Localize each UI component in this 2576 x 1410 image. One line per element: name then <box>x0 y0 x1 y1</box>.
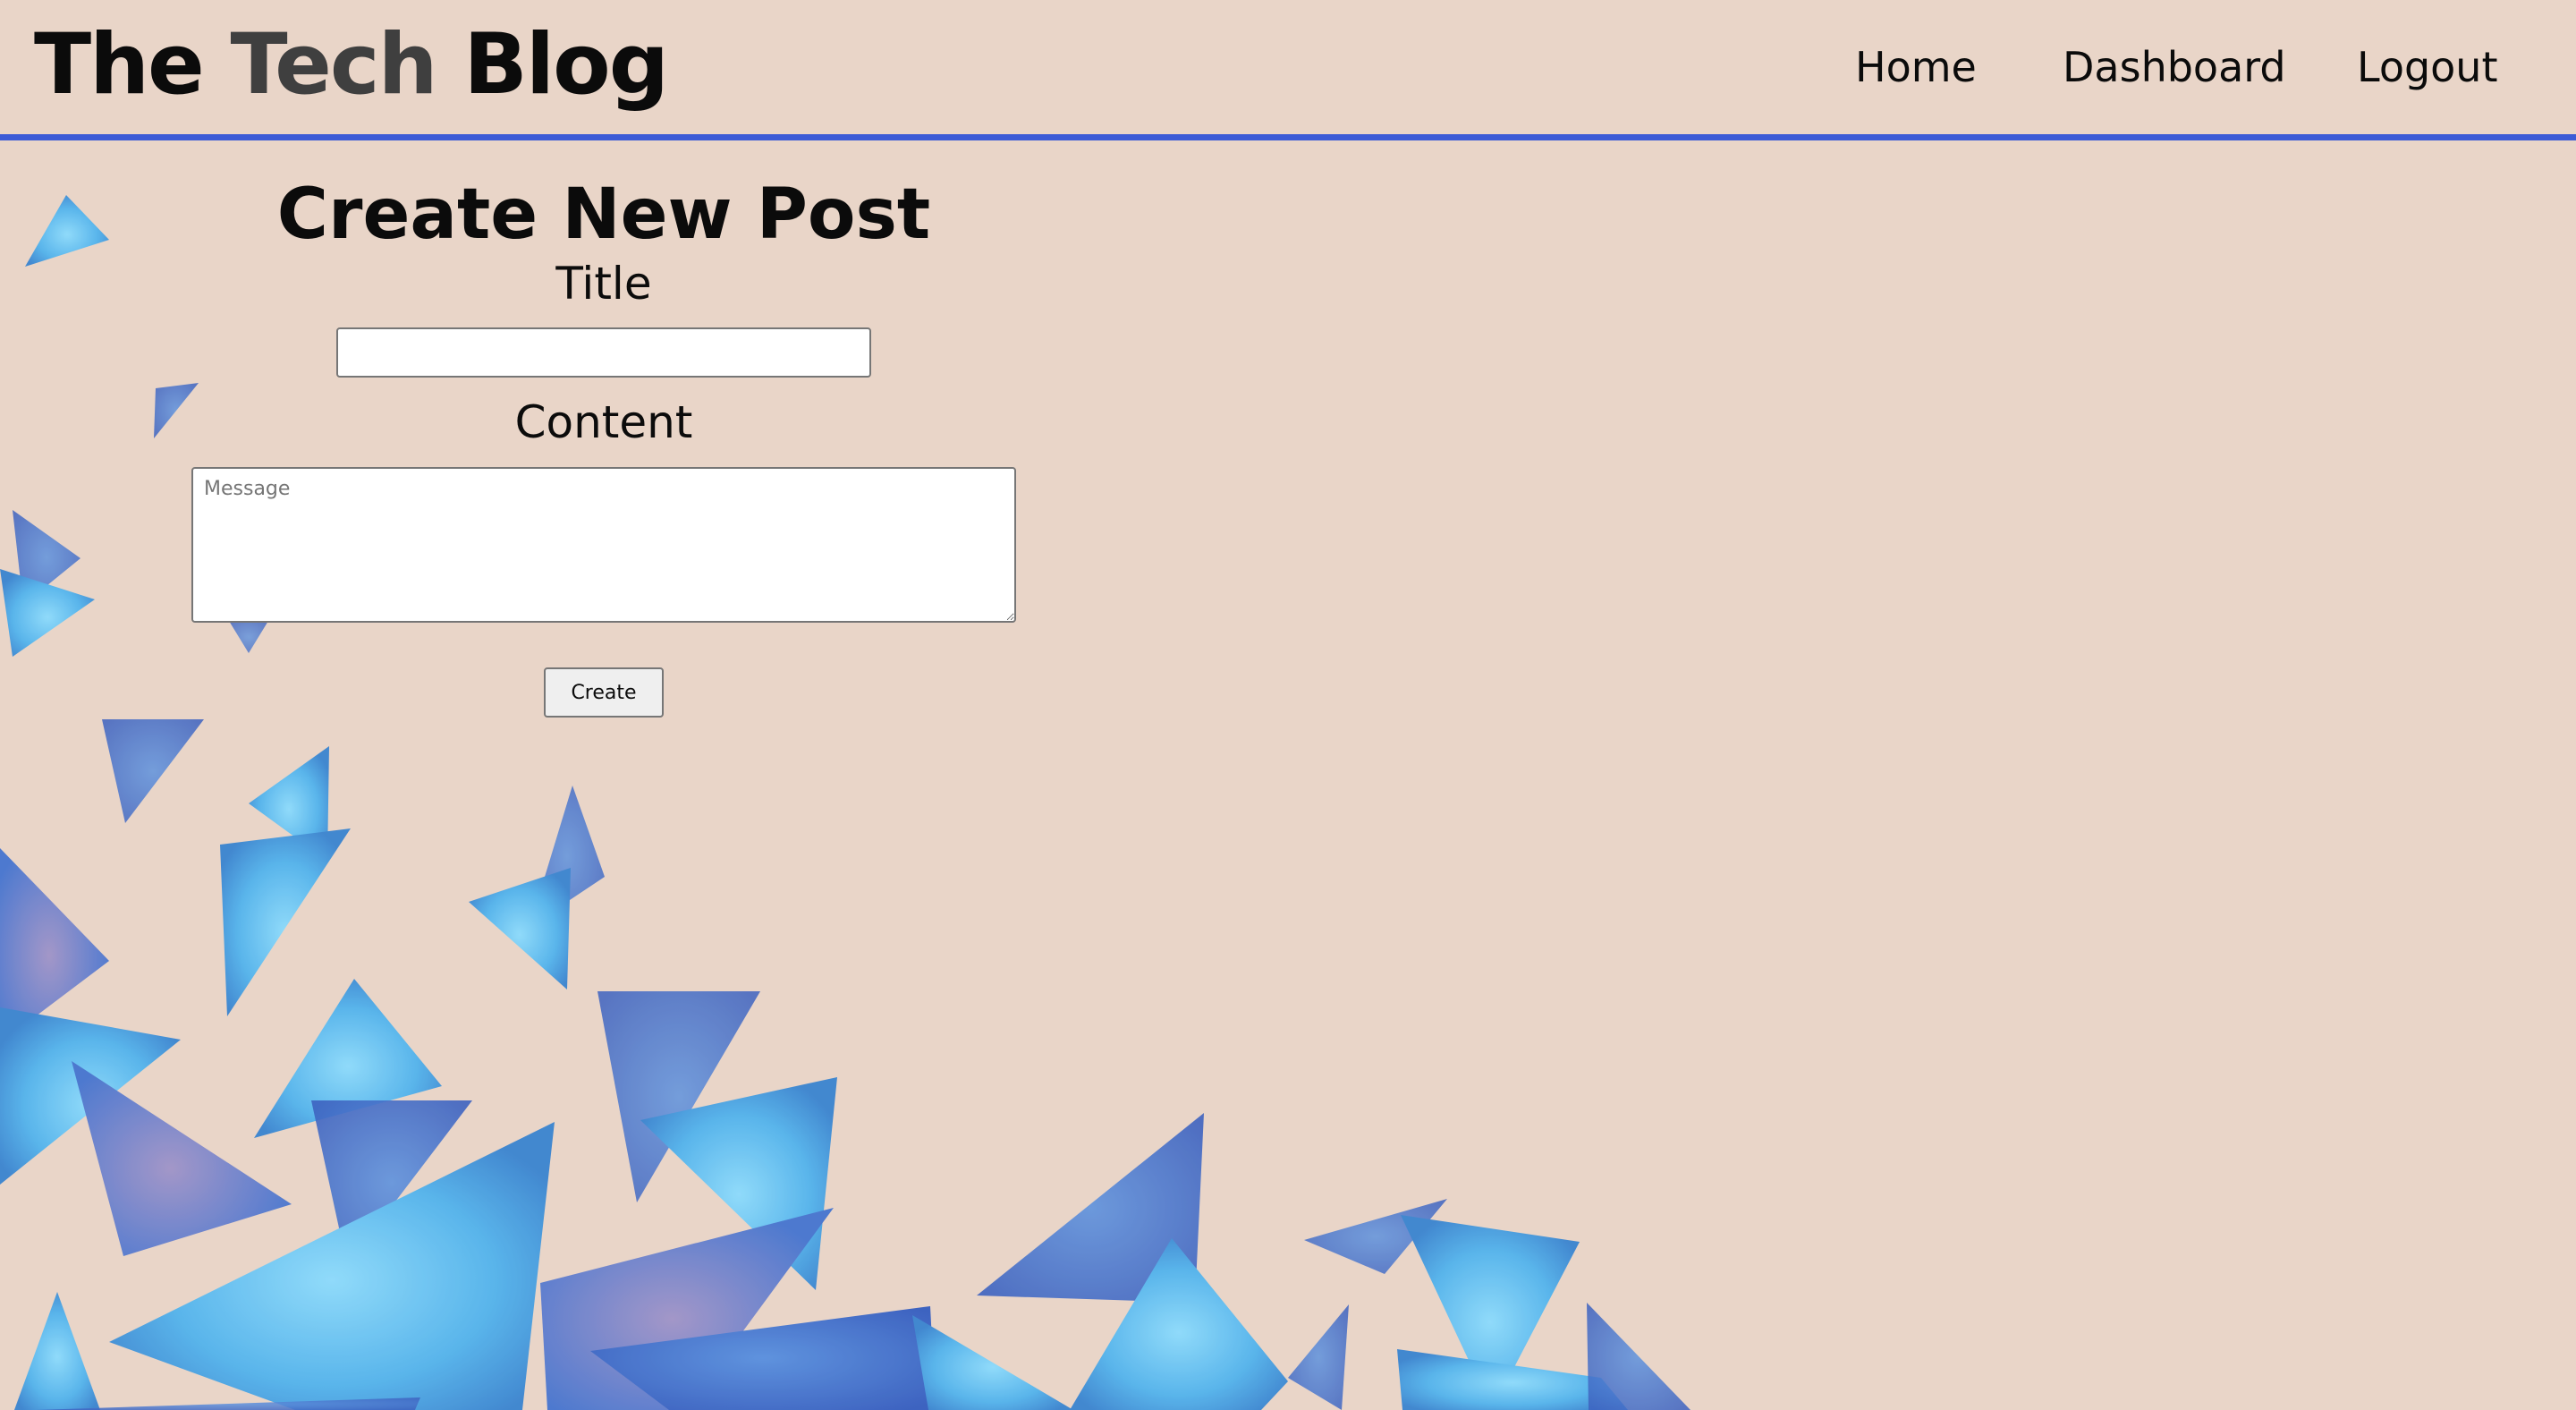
title-input[interactable] <box>336 327 871 378</box>
triangle-shape <box>1587 1303 1690 1410</box>
triangle-shape <box>14 1292 100 1410</box>
title-label: Title <box>555 258 652 310</box>
nav-link-home[interactable]: Home <box>1855 36 1977 98</box>
content-textarea[interactable] <box>191 467 1016 623</box>
page-title: Create New Post <box>276 174 931 255</box>
nav-link-logout[interactable]: Logout <box>2357 36 2498 98</box>
triangle-shape <box>469 868 571 990</box>
triangle-shape <box>912 1315 1073 1410</box>
content-label: Content <box>514 396 693 448</box>
triangle-shape <box>72 1061 292 1256</box>
create-button[interactable]: Create <box>544 667 664 718</box>
nav-link-dashboard[interactable]: Dashboard <box>2063 36 2286 98</box>
triangle-shape <box>220 828 351 1016</box>
create-post-form: Create New Post Title Content Create <box>0 0 1208 805</box>
triangle-shape <box>1288 1304 1349 1410</box>
